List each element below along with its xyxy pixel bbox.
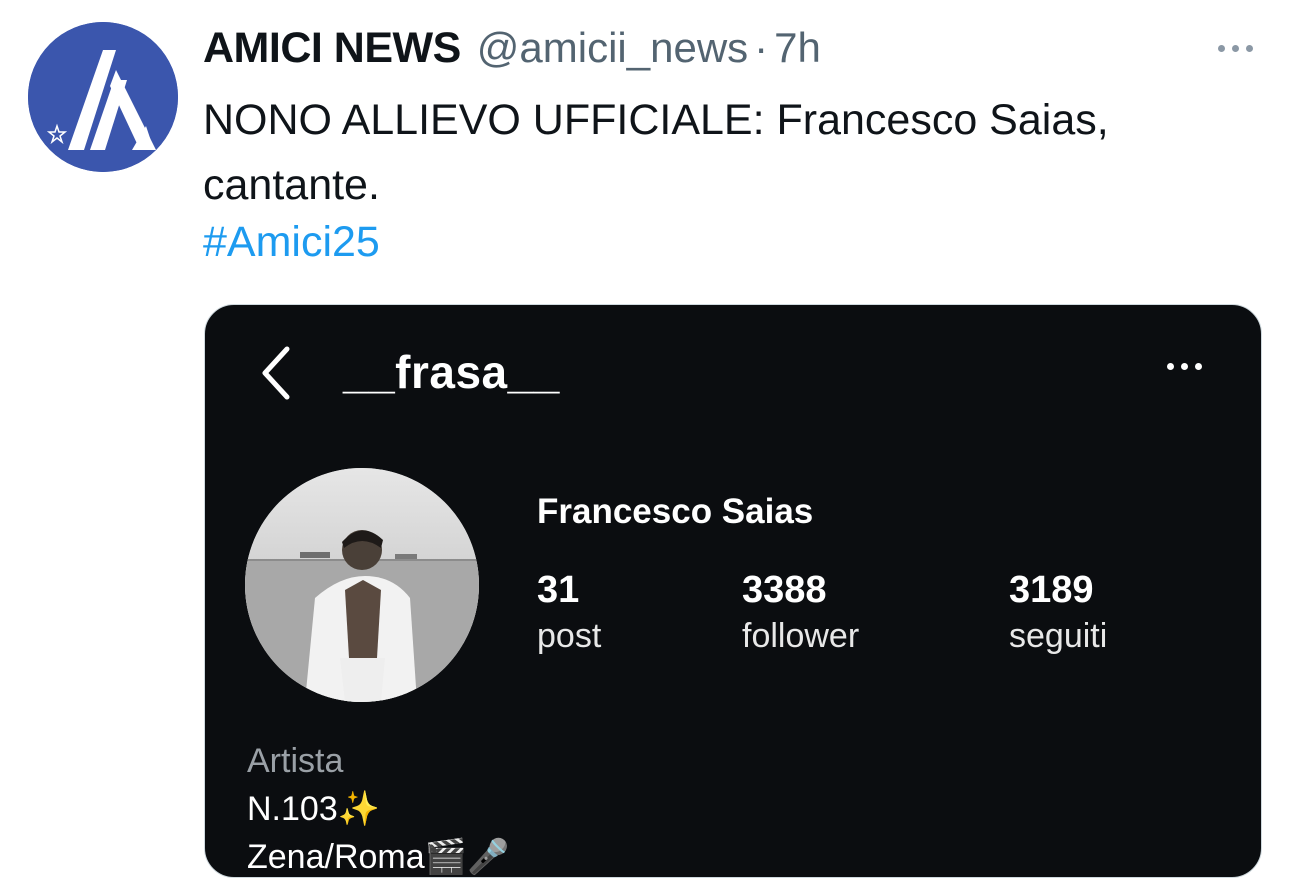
ig-profile-photo[interactable] xyxy=(245,468,479,702)
ig-stat-posts[interactable]: 31 post xyxy=(537,568,601,660)
chevron-left-icon[interactable] xyxy=(257,343,297,403)
author-handle[interactable]: @amicii_news xyxy=(477,24,748,72)
stat-label: seguiti xyxy=(1009,617,1108,655)
stat-value: 3189 xyxy=(1009,569,1094,611)
profile-photo-image xyxy=(245,468,479,702)
ig-stat-following[interactable]: 3189 seguiti xyxy=(1009,568,1107,660)
dot xyxy=(1167,363,1174,370)
author-name[interactable]: AMICI NEWS xyxy=(203,24,461,73)
dot xyxy=(1195,363,1202,370)
ig-stat-followers[interactable]: 3388 follower xyxy=(742,568,859,660)
amici-logo-icon xyxy=(28,22,178,172)
dot xyxy=(1245,44,1253,52)
stat-value: 31 xyxy=(537,569,580,611)
dot xyxy=(1181,363,1188,370)
tweet-header: AMICI NEWS @amicii_news · 7h xyxy=(203,24,821,74)
ig-more-options-icon[interactable] xyxy=(1167,363,1209,377)
ig-username: __frasa__ xyxy=(343,346,560,398)
stat-label: post xyxy=(537,617,602,655)
ig-bio: Artista N.103✨ Zena/Roma🎬🎤 xyxy=(247,737,510,877)
ig-bio-line: N.103✨ xyxy=(247,790,381,828)
dot xyxy=(1217,44,1225,52)
more-options-icon[interactable] xyxy=(1210,36,1260,60)
stat-value: 3388 xyxy=(742,569,827,611)
tweet-media-image[interactable]: __frasa__ Francesco Saias 31 post 3388 f… xyxy=(204,304,1262,878)
author-avatar[interactable] xyxy=(28,22,178,172)
ig-full-name: Francesco Saias xyxy=(537,492,814,531)
ig-bio-category: Artista xyxy=(247,742,344,780)
tweet-text: NONO ALLIEVO UFFICIALE: Francesco Saias,… xyxy=(203,96,1109,209)
stat-label: follower xyxy=(742,617,860,655)
separator-dot: · xyxy=(754,24,769,71)
tweet-timestamp[interactable]: 7h xyxy=(774,24,821,72)
dot xyxy=(1231,44,1239,52)
ig-bio-line: Zena/Roma🎬🎤 xyxy=(247,838,510,876)
hashtag-link[interactable]: #Amici25 xyxy=(203,218,380,267)
